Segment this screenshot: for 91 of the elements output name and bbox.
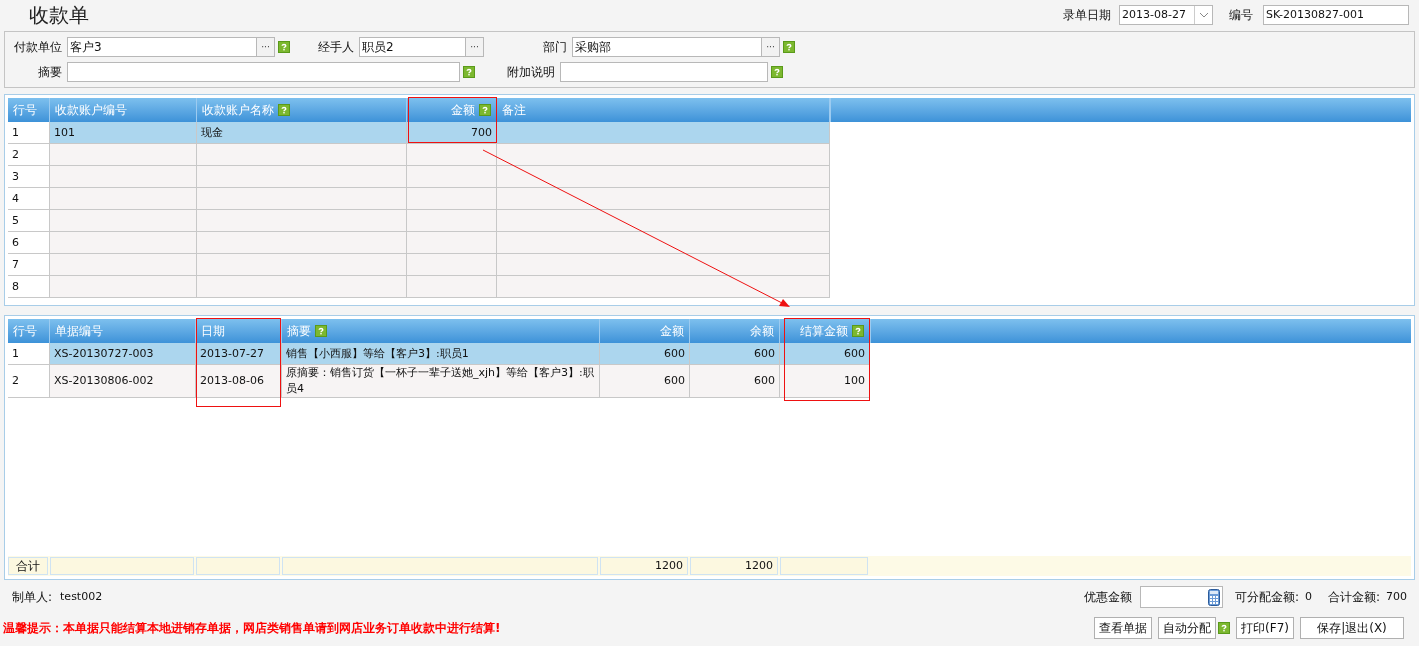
action-button[interactable]: 自动分配 xyxy=(1158,617,1216,639)
input-field[interactable]: 客户3 xyxy=(67,37,257,57)
table-cell: 600 xyxy=(844,345,865,362)
field-label: 付款单位 xyxy=(13,39,63,56)
browse-button[interactable]: ··· xyxy=(762,37,780,57)
maker-label: 制单人: xyxy=(12,589,53,606)
action-button[interactable]: 查看单据 xyxy=(1094,617,1152,639)
browse-button[interactable]: ··· xyxy=(257,37,275,57)
table-cell: 5 xyxy=(12,212,19,229)
field-label: 经手人 xyxy=(317,39,355,56)
maker-value: test002 xyxy=(60,588,103,605)
help-icon[interactable] xyxy=(463,66,475,78)
input-field[interactable] xyxy=(560,62,768,82)
table-cell: 600 xyxy=(664,345,685,362)
table-cell: 2 xyxy=(12,146,19,163)
table-row[interactable]: 2 xyxy=(8,144,830,166)
table-cell: 8 xyxy=(12,278,19,295)
field-label: 合计金额: xyxy=(1327,589,1380,606)
column-title: 备注 xyxy=(502,102,526,119)
action-button[interactable]: 保存|退出(X) xyxy=(1300,617,1404,639)
table-row[interactable]: 4 xyxy=(8,188,830,210)
input-field[interactable]: 职员2 xyxy=(359,37,466,57)
column-title: 行号 xyxy=(13,102,37,119)
total-cell: 1200 xyxy=(600,557,688,575)
help-icon[interactable] xyxy=(315,325,327,337)
column-title: 结算金额 xyxy=(800,323,848,340)
table-cell: 1 xyxy=(12,124,19,141)
date-field[interactable]: 2013-08-27 xyxy=(1119,5,1213,25)
column-title: 金额 xyxy=(451,102,475,119)
table-row[interactable]: 5 xyxy=(8,210,830,232)
table-row[interactable]: 3 xyxy=(8,166,830,188)
table-cell: 4 xyxy=(12,190,19,207)
table-cell: 2013-08-06 xyxy=(200,373,264,389)
table-cell: 7 xyxy=(12,256,19,273)
help-icon[interactable] xyxy=(278,41,290,53)
field-label: 附加说明 xyxy=(506,64,556,81)
discount-field[interactable] xyxy=(1139,586,1223,608)
total-value: 700 xyxy=(1386,588,1407,605)
field-label: 录单日期 xyxy=(1063,7,1111,24)
help-icon[interactable] xyxy=(771,66,783,78)
help-icon[interactable] xyxy=(479,104,491,116)
table-cell: 2 xyxy=(12,373,19,389)
total-cell: 合计 xyxy=(8,557,48,575)
table-cell: 原摘要：销售订货【一杯子一辈子送她_xjh】等给【客户3】:职员4 xyxy=(286,365,595,397)
number-field[interactable]: SK-20130827-001 xyxy=(1263,5,1409,25)
table-row[interactable]: 2 XS-20130806-002 2013-08-06 原摘要：销售订货【一杯子一辈子送她_xjh】等给【客户3】:职员4 600 600 100 xyxy=(8,365,870,398)
table-cell: 2013-07-27 xyxy=(200,345,264,362)
field-label: 编号 xyxy=(1229,7,1253,24)
table-cell: XS-20130727-003 xyxy=(54,345,154,362)
table-cell: 现金 xyxy=(201,124,223,141)
table-cell: 1 xyxy=(12,345,19,362)
help-icon[interactable] xyxy=(852,325,864,337)
help-icon[interactable] xyxy=(783,41,795,53)
field-label: 可分配金额: xyxy=(1234,589,1299,606)
table-cell: 600 xyxy=(754,373,775,389)
table-cell: 600 xyxy=(664,373,685,389)
table-row[interactable]: 7 xyxy=(8,254,830,276)
table-cell: 101 xyxy=(54,124,75,141)
table-row[interactable]: 1 XS-20130727-003 2013-07-27 销售【小西服】等给【客户3】:职员1 600 600 600 xyxy=(8,343,870,365)
column-title: 收款账户名称 xyxy=(202,102,274,119)
column-title: 行号 xyxy=(13,323,37,340)
table-cell: 6 xyxy=(12,234,19,251)
field-label: 摘要 xyxy=(37,64,63,81)
help-icon[interactable] xyxy=(278,104,290,116)
input-field[interactable]: 采购部 xyxy=(572,37,762,57)
table-cell: XS-20130806-002 xyxy=(54,373,154,389)
table-cell: 100 xyxy=(844,373,865,389)
column-title: 日期 xyxy=(201,323,225,340)
table-cell: 600 xyxy=(754,345,775,362)
column-title: 单据编号 xyxy=(55,323,103,340)
field-label: 部门 xyxy=(542,39,568,56)
input-field[interactable] xyxy=(67,62,460,82)
calculator-icon[interactable] xyxy=(1207,588,1220,606)
field-label: 优惠金额 xyxy=(1083,589,1132,606)
browse-button[interactable]: ··· xyxy=(466,37,484,57)
form-title: 收款单 xyxy=(29,2,89,29)
table-row[interactable]: 6 xyxy=(8,232,830,254)
table-row[interactable]: 8 xyxy=(8,276,830,298)
column-title: 摘要 xyxy=(287,323,311,340)
column-title: 收款账户编号 xyxy=(55,102,127,119)
help-icon[interactable] xyxy=(1218,622,1230,634)
column-title: 金额 xyxy=(660,323,684,340)
table-row[interactable]: 1 101 现金 700 xyxy=(8,122,830,144)
action-button[interactable]: 打印(F7) xyxy=(1236,617,1294,639)
table-cell: 3 xyxy=(12,168,19,185)
assignable-value: 0 xyxy=(1304,588,1312,605)
table-cell: 销售【小西服】等给【客户3】:职员1 xyxy=(286,345,469,362)
column-title: 余额 xyxy=(750,323,774,340)
table-cell: 700 xyxy=(471,124,492,141)
warning-text: 温馨提示：本单据只能结算本地进销存单据，网店类销售单请到网店业务订单收款中进行结算! xyxy=(3,620,501,637)
total-cell: 1200 xyxy=(690,557,778,575)
